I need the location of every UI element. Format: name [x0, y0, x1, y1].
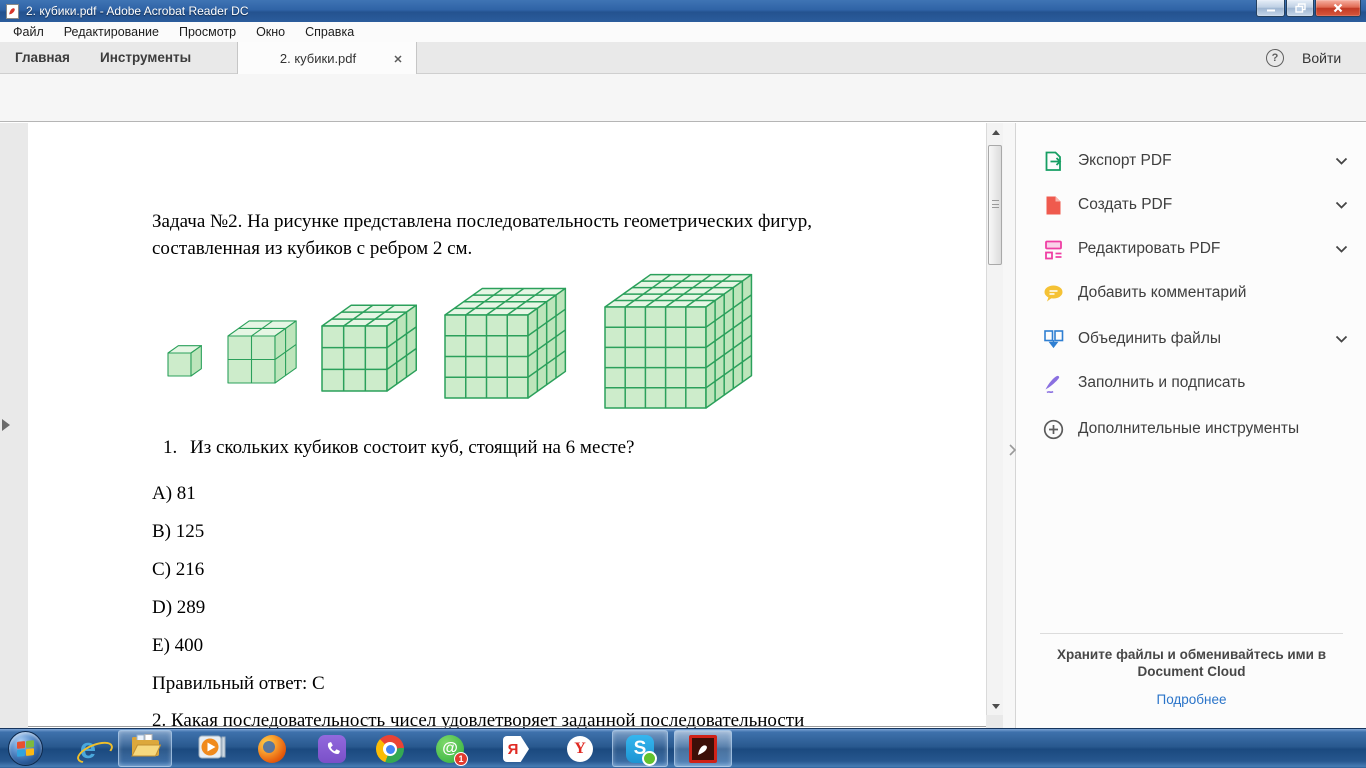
taskbar-viber[interactable]: [306, 729, 358, 768]
navigation-pane-toggle-icon[interactable]: [2, 419, 10, 431]
option-d: D) 289: [152, 597, 205, 619]
tool-edit-pdf[interactable]: Редактировать PDF: [1040, 234, 1350, 264]
window-title: 2. кубики.pdf - Adobe Acrobat Reader DC: [26, 4, 249, 18]
chevron-down-icon[interactable]: [1335, 201, 1348, 210]
scrollbar-thumb[interactable]: [988, 145, 1002, 265]
cubes-figure: [140, 272, 810, 422]
tool-label: Создать PDF: [1078, 196, 1172, 214]
close-button[interactable]: [1315, 0, 1361, 17]
add-comment-icon: [1040, 282, 1066, 305]
fill-sign-icon: [1040, 372, 1066, 395]
menu-view[interactable]: Просмотр: [169, 22, 246, 42]
tab-document[interactable]: 2. кубики.pdf: [237, 42, 417, 75]
scroll-down-icon[interactable]: [987, 697, 1004, 715]
tab-close-icon[interactable]: [388, 49, 408, 69]
menu-window[interactable]: Окно: [246, 22, 295, 42]
taskbar-icq[interactable]: @ 1: [424, 729, 476, 768]
chevron-down-icon[interactable]: [1335, 157, 1348, 166]
export-pdf-icon: [1040, 150, 1066, 173]
promo-title: Храните файлы и обменивайтесь ими в Docu…: [1044, 646, 1339, 680]
tab-document-label: 2. кубики.pdf: [238, 51, 388, 66]
tool-label: Экспорт PDF: [1078, 152, 1172, 170]
document-area: Задача №2. На рисунке представлена после…: [0, 123, 1016, 728]
tool-more-tools[interactable]: Дополнительные инструменты: [1040, 414, 1350, 444]
folder-icon: [129, 733, 161, 764]
tool-label: Объединить файлы: [1078, 330, 1221, 348]
tool-label: Заполнить и подписать: [1078, 374, 1245, 392]
more-tools-icon: [1040, 418, 1066, 441]
yandex-icon: Y: [567, 736, 593, 762]
windows-logo-icon: [17, 740, 34, 757]
tab-home[interactable]: Главная: [15, 42, 70, 74]
taskbar-firefox[interactable]: [246, 729, 298, 768]
title-bar: 2. кубики.pdf - Adobe Acrobat Reader DC: [0, 0, 1366, 22]
question-number: 1.: [163, 437, 177, 459]
taskbar-yandex[interactable]: Y: [554, 729, 606, 768]
tool-add-comment[interactable]: Добавить комментарий: [1040, 278, 1350, 308]
pdf-page: Задача №2. На рисунке представлена после…: [28, 123, 986, 728]
taskbar: e @ 1 Я: [0, 728, 1366, 768]
taskbar-skype[interactable]: S: [612, 730, 668, 767]
tools-panel: Экспорт PDF Создать PDF Редактировать PD…: [1016, 123, 1366, 728]
menu-file[interactable]: Файл: [0, 22, 54, 42]
create-pdf-icon: [1040, 194, 1066, 217]
panel-gutter: [1003, 123, 1016, 728]
acrobat-reader-window: 2. кубики.pdf - Adobe Acrobat Reader DC …: [0, 0, 1366, 768]
help-icon[interactable]: ?: [1266, 49, 1284, 67]
tab-bar: Главная Инструменты 2. кубики.pdf: [0, 42, 1366, 74]
minimize-button[interactable]: [1256, 0, 1285, 17]
icq-icon: @ 1: [436, 735, 464, 763]
viber-icon: [318, 735, 346, 763]
taskbar-acrobat[interactable]: [674, 730, 732, 767]
chevron-down-icon[interactable]: [1335, 335, 1348, 344]
tool-create-pdf[interactable]: Создать PDF: [1040, 190, 1350, 220]
main-toolbar: 1 / 2 108%: [0, 74, 1366, 122]
internet-explorer-icon: e: [80, 735, 96, 764]
option-c: C) 216: [152, 559, 204, 581]
page-edge-line: [28, 726, 986, 727]
problem-intro-line1: Задача №2. На рисунке представлена после…: [152, 211, 812, 233]
tool-combine-files[interactable]: Объединить файлы: [1040, 324, 1350, 354]
pdf-file-icon: [6, 4, 19, 19]
chrome-icon: [376, 735, 404, 763]
taskbar-yandex-browser[interactable]: Я: [490, 729, 542, 768]
promo-separator: [1040, 633, 1343, 634]
menu-edit[interactable]: Редактирование: [54, 22, 169, 42]
start-button[interactable]: [8, 731, 43, 766]
menu-help[interactable]: Справка: [295, 22, 364, 42]
tool-fill-sign[interactable]: Заполнить и подписать: [1040, 368, 1350, 398]
menu-bar: Файл Редактирование Просмотр Окно Справк…: [0, 22, 1366, 42]
tool-export-pdf[interactable]: Экспорт PDF: [1040, 146, 1350, 176]
problem-intro-line2: составленная из кубиков с ребром 2 см.: [152, 238, 472, 260]
edit-pdf-icon: [1040, 238, 1066, 261]
option-e: E) 400: [152, 635, 203, 657]
acrobat-icon: [689, 735, 717, 763]
tool-label: Редактировать PDF: [1078, 240, 1220, 258]
combine-files-icon: [1040, 328, 1066, 351]
unread-badge: 1: [454, 752, 468, 766]
sign-in-button[interactable]: Войти: [1302, 50, 1341, 66]
promo-link[interactable]: Подробнее: [1044, 692, 1339, 707]
chevron-down-icon[interactable]: [1335, 245, 1348, 254]
skype-icon: S: [626, 735, 654, 763]
firefox-icon: [258, 735, 286, 763]
taskbar-media-player[interactable]: [186, 729, 238, 768]
question-text: Из скольких кубиков состоит куб, стоящий…: [190, 437, 634, 459]
media-player-icon: [197, 733, 227, 766]
option-b: B) 125: [152, 521, 204, 543]
taskbar-internet-explorer[interactable]: e: [62, 729, 114, 768]
yandex-browser-icon: Я: [503, 736, 529, 762]
tab-tools[interactable]: Инструменты: [100, 42, 191, 74]
option-a: A) 81: [152, 483, 196, 505]
answer-line: Правильный ответ: C: [152, 673, 325, 695]
restore-button[interactable]: [1286, 0, 1314, 17]
tool-label: Добавить комментарий: [1078, 284, 1246, 302]
tool-label: Дополнительные инструменты: [1078, 420, 1299, 438]
vertical-scrollbar[interactable]: [986, 123, 1003, 715]
taskbar-windows-explorer[interactable]: [118, 730, 172, 767]
taskbar-chrome[interactable]: [364, 729, 416, 768]
scroll-up-icon[interactable]: [987, 123, 1004, 141]
